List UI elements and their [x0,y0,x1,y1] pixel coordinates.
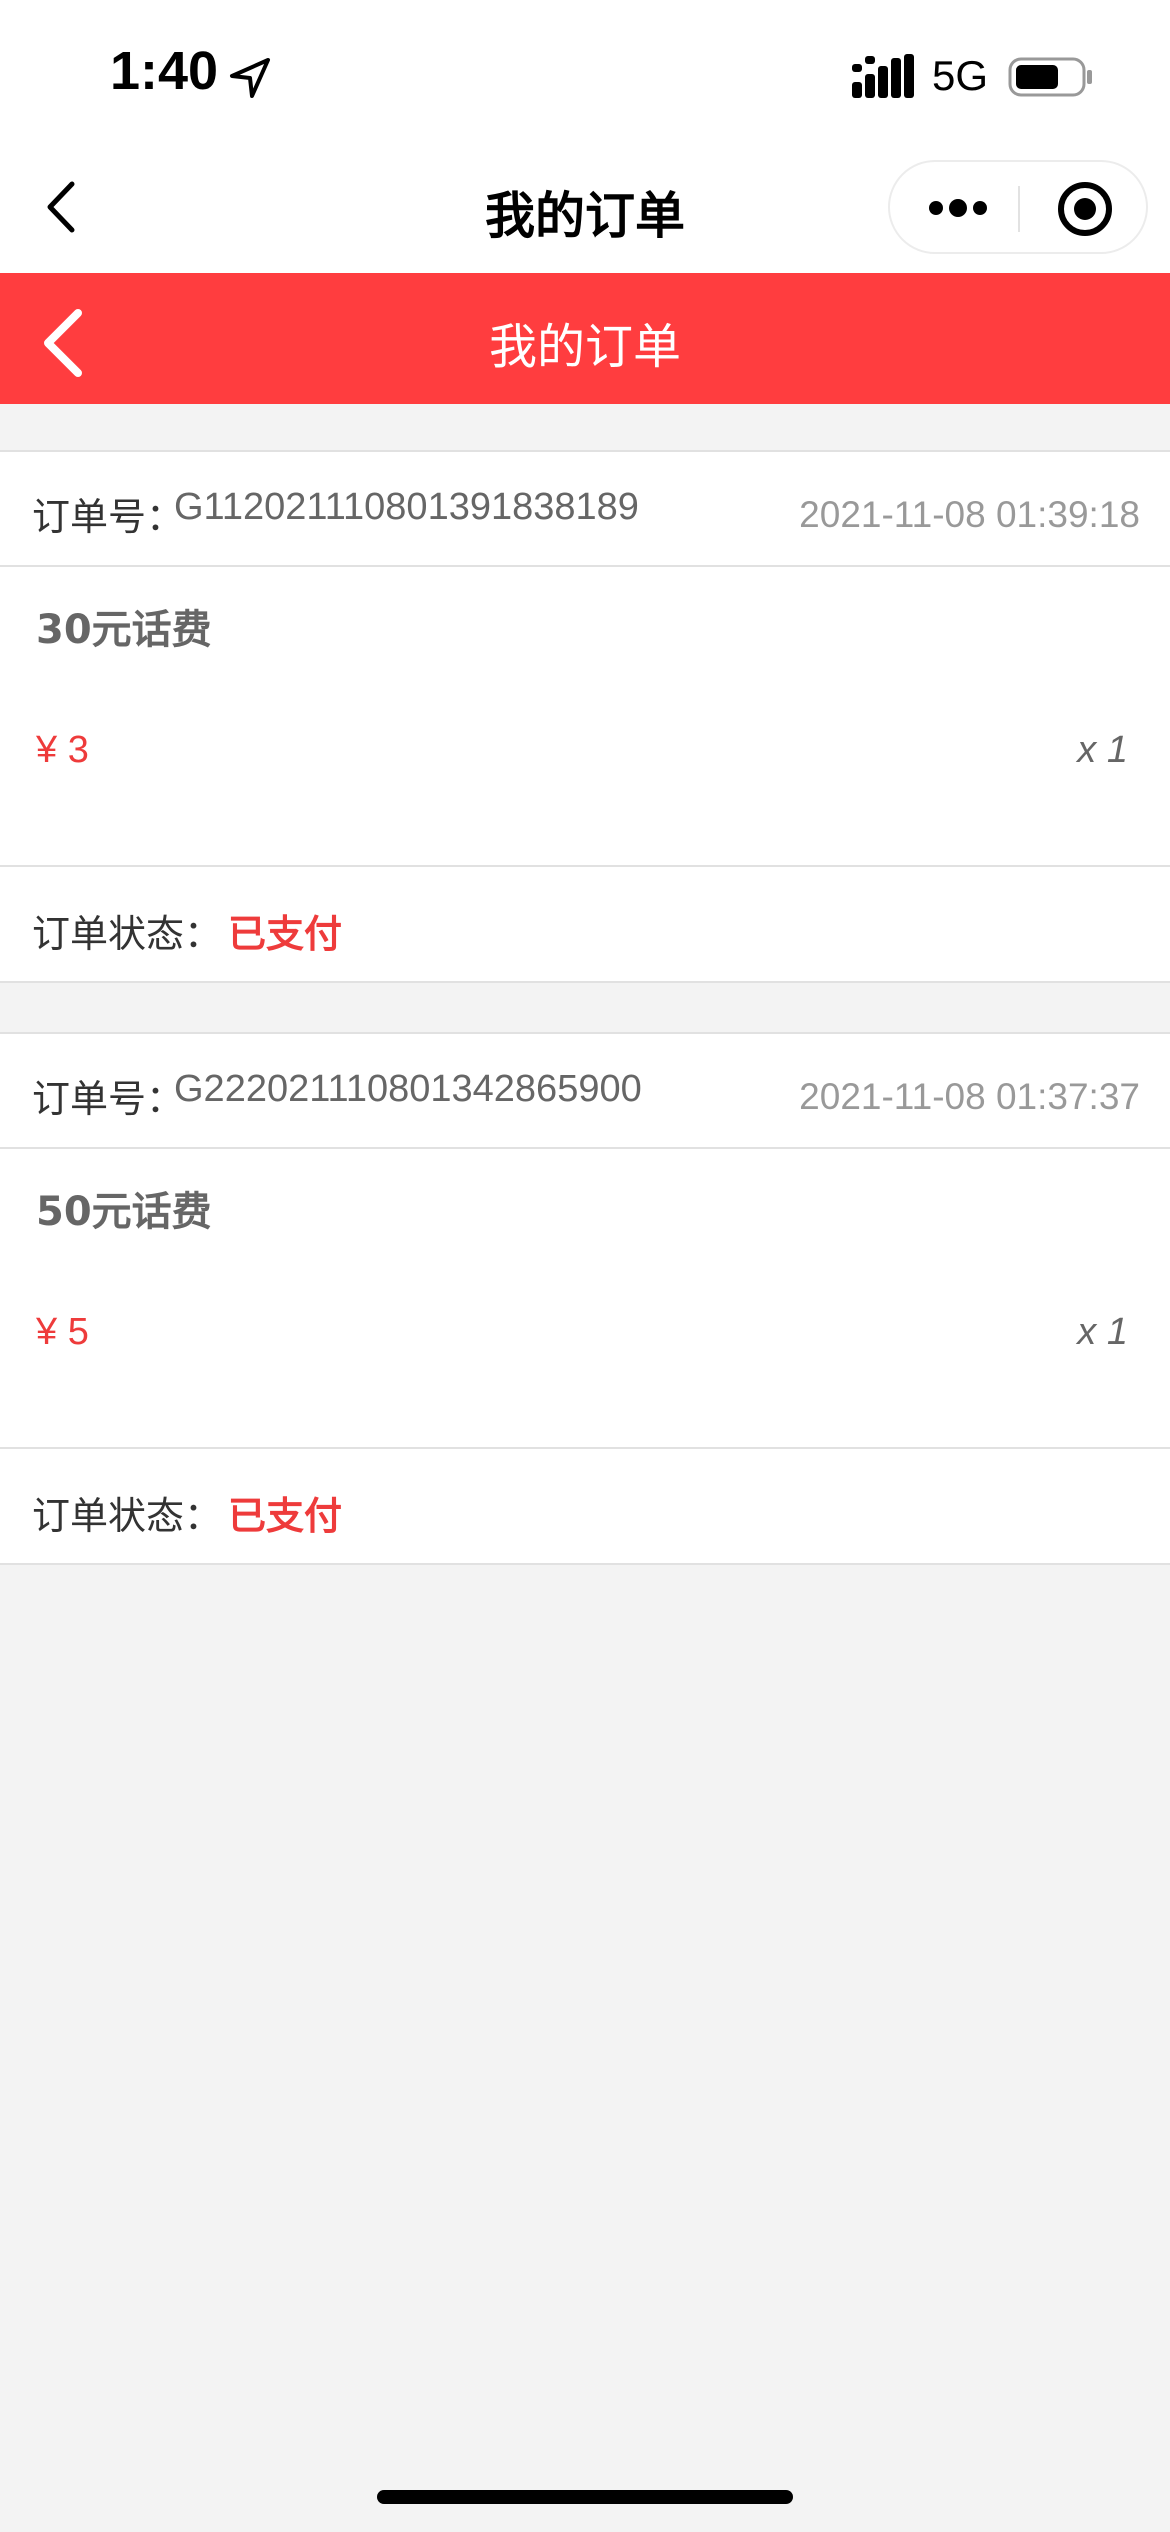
product-price: ¥ 5 [36,1311,89,1353]
product-price: ¥ 3 [36,729,89,771]
order-status: 已支付 [228,1494,343,1538]
order-item: 30元话费 ¥ 3 x 1 [0,569,1170,867]
home-indicator[interactable] [377,2490,793,2504]
order-status-label: 订单状态： [32,1494,223,1538]
order-status: 已支付 [228,912,343,956]
order-number: G222021110801342865900 [174,1068,642,1110]
order-time: 2021-11-08 01:37:37 [799,1076,1140,1117]
status-time: 1:40 [110,41,219,101]
page-header: 我的订单 [0,273,1170,404]
capsule-menu [888,160,1148,254]
order-card[interactable]: 订单号： G112021110801391838189 2021-11-08 0… [0,450,1170,983]
location-arrow-icon [230,58,270,98]
order-status-row: 订单状态： 已支付 [0,1451,1170,1565]
product-name: 30元话费 [36,607,212,653]
order-status-label: 订单状态： [32,912,223,956]
order-status-row: 订单状态： 已支付 [0,869,1170,983]
page-title: 我的订单 [488,319,681,375]
battery-icon [1008,57,1092,97]
capsule-divider [1018,186,1020,232]
order-number-label: 订单号： [32,495,185,539]
order-header: 订单号： G222021110801342865900 2021-11-08 0… [0,1034,1170,1149]
product-name: 50元话费 [36,1189,212,1235]
mini-program-nav-bar: 我的订单 [0,140,1170,273]
order-card[interactable]: 订单号： G222021110801342865900 2021-11-08 0… [0,1032,1170,1565]
signal-icon [852,54,914,98]
more-icon[interactable] [926,192,990,224]
order-number: G112021110801391838189 [174,486,639,528]
screen: 1:40 5G 我的订单 我的订单 订单号： G1120211108013918… [0,0,1170,2532]
status-bar: 1:40 5G [0,0,1170,140]
network-label: 5G [932,52,989,99]
product-quantity: x 1 [1077,1311,1128,1353]
order-header: 订单号： G112021110801391838189 2021-11-08 0… [0,452,1170,567]
product-quantity: x 1 [1077,729,1128,771]
order-number-label: 订单号： [32,1077,185,1121]
order-time: 2021-11-08 01:39:18 [799,494,1140,535]
target-icon[interactable] [1056,180,1114,238]
order-item: 50元话费 ¥ 5 x 1 [0,1151,1170,1449]
